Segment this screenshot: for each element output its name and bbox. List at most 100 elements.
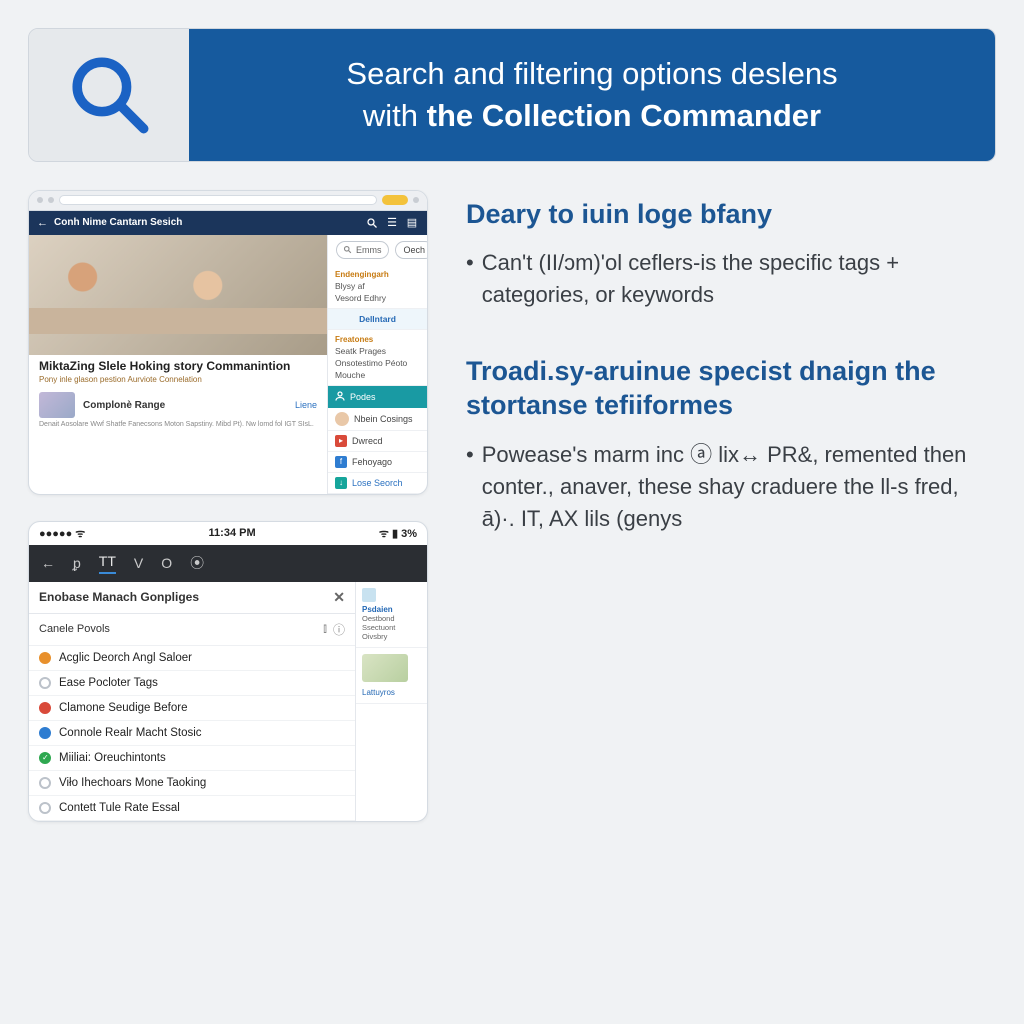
- list-item[interactable]: Miiliai: Oreuchintonts: [29, 746, 355, 771]
- status-time: 11:34 PM: [209, 527, 256, 539]
- bullet-icon: [39, 777, 51, 789]
- mobile-tabbar: ← ᵱ TT V O ⦿: [29, 545, 427, 582]
- side-item[interactable]: f Fehoyago: [328, 452, 427, 473]
- search-icon[interactable]: [365, 216, 379, 230]
- side-search[interactable]: Emms: [336, 241, 389, 259]
- list-item-label: Contett Tule Rate Essal: [59, 802, 180, 814]
- side-card-icon: [362, 588, 376, 602]
- title-banner: Search and filtering options deslens wit…: [28, 28, 996, 162]
- banner-line2-bold: the Collection Commander: [427, 98, 821, 133]
- list-header[interactable]: Canele Povols ⫾ ⓘ: [29, 614, 355, 646]
- desktop-preview: ← Conh Nime Cantarn Sesich ☰ ▤ MiktaZing…: [28, 190, 428, 495]
- side-line[interactable]: Mouche: [335, 370, 420, 380]
- panel-title: Enobase Manach Gonpliges: [39, 590, 199, 604]
- bullet-icon: [39, 727, 51, 739]
- side-line[interactable]: Onsotestimo Péoto: [335, 358, 420, 368]
- back-icon[interactable]: ←: [37, 217, 48, 229]
- side-card[interactable]: Lattuyros: [356, 648, 427, 704]
- section-bullet: Powease's marm inc ⓐ lix↔ PR&, remented …: [466, 439, 996, 535]
- list-item[interactable]: Ease Pocloter Tags: [29, 671, 355, 696]
- window-dot: [48, 197, 54, 203]
- list-header-label: Canele Povols: [39, 623, 110, 635]
- avatar: [335, 412, 349, 426]
- browser-chrome: [29, 191, 427, 211]
- square-icon: ▸: [335, 435, 347, 447]
- filter-btn[interactable]: Oech: [395, 241, 429, 259]
- side-card-body: Oestbond Ssectuont Oivsbry: [362, 614, 421, 641]
- side-item-last[interactable]: ↓ Lose Seorch: [328, 473, 427, 494]
- side-pill-label: Podes: [350, 392, 376, 402]
- desktop-sidebar: Emms Oech Endengingarh Blysy af Vesord E…: [327, 235, 427, 494]
- side-search-placeholder: Emms: [356, 245, 382, 255]
- row-more-link[interactable]: Liene: [295, 400, 317, 410]
- bullet-text: Powease's marm inc ⓐ lix↔ PR&, remented …: [482, 439, 996, 535]
- tab-item[interactable]: V: [134, 555, 143, 571]
- download-button[interactable]: Dellntard: [328, 309, 427, 330]
- side-group-head: Freatones: [335, 335, 420, 344]
- side-card[interactable]: Psdaien Oestbond Ssectuont Oivsbry: [356, 582, 427, 648]
- article-small-text: Denait Aosolare Wwf Shatfe Fanecsons Mot…: [39, 421, 317, 430]
- tab-item-active[interactable]: TT: [99, 553, 116, 574]
- bullet-icon: [39, 802, 51, 814]
- list-item[interactable]: Viło Ihechoars Mone Taoking: [29, 771, 355, 796]
- hero-image: [29, 235, 327, 355]
- status-dots: ●●●●● ᯤ: [39, 526, 85, 541]
- user-icon[interactable]: ☰: [385, 216, 399, 230]
- list-item-label: Connole Realr Macht Stosic: [59, 727, 202, 739]
- list-item-label: Viło Ihechoars Mone Taoking: [59, 777, 206, 789]
- tab-item[interactable]: O: [161, 555, 172, 571]
- side-user-label: Nbein Cosings: [354, 414, 413, 424]
- list-item-label: Acglic Deorch Angl Saloer: [59, 652, 192, 664]
- address-bar[interactable]: [59, 195, 377, 205]
- side-card-thumb: [362, 654, 408, 682]
- list-item-label: Clamone Seudige Before: [59, 702, 188, 714]
- side-card-link[interactable]: Lattuyros: [362, 688, 421, 697]
- app-header: ← Conh Nime Cantarn Sesich ☰ ▤: [29, 211, 427, 235]
- side-pill[interactable]: Podes: [328, 386, 427, 408]
- side-item[interactable]: ▸ Dwrecd: [328, 431, 427, 452]
- banner-text: Search and filtering options deslens wit…: [189, 29, 995, 161]
- banner-line2-prefix: with: [363, 98, 427, 133]
- mobile-side-panel: Psdaien Oestbond Ssectuont Oivsbry Lattu…: [355, 582, 427, 821]
- side-line[interactable]: Seatk Prages: [335, 346, 420, 356]
- window-dot: [413, 197, 419, 203]
- bullet-icon: [39, 702, 51, 714]
- side-card-head: Psdaien: [362, 605, 393, 614]
- list-item[interactable]: Connole Realr Macht Stosic: [29, 721, 355, 746]
- list-item[interactable]: Acglic Deorch Angl Saloer: [29, 646, 355, 671]
- mobile-preview: ●●●●● ᯤ 11:34 PM ᯤ ▮ 3% ← ᵱ TT V O ⦿ Eno…: [28, 521, 428, 822]
- browser-pill: [382, 195, 408, 205]
- tab-item[interactable]: ᵱ: [73, 555, 81, 571]
- article-subtitle: Pony inle glason pestion Aurviote Connel…: [39, 375, 317, 384]
- banner-line1: Search and filtering options deslens: [346, 56, 837, 91]
- side-line[interactable]: Blysy af: [335, 281, 420, 291]
- info-icon[interactable]: ⓘ: [333, 621, 345, 638]
- side-item-label: Lose Seorch: [352, 478, 403, 488]
- side-group-head: Endengingarh: [335, 270, 420, 279]
- section-2: Troadi.sy-aruinue specist dnaign the sto…: [466, 355, 996, 534]
- list-item[interactable]: Clamone Seudige Before: [29, 696, 355, 721]
- bullet-icon: [39, 652, 51, 664]
- close-icon[interactable]: ✕: [333, 589, 345, 606]
- search-icon: [62, 47, 157, 142]
- section-title: Deary to iuin loge bfany: [466, 198, 996, 232]
- bullet-icon: [39, 677, 51, 689]
- side-line[interactable]: Vesord Edhry: [335, 293, 420, 303]
- search-icon-box: [29, 29, 189, 161]
- menu-icon[interactable]: ▤: [405, 216, 419, 230]
- section-title: Troadi.sy-aruinue specist dnaign the sto…: [466, 355, 996, 423]
- side-item-label: Fehoyago: [352, 457, 392, 467]
- side-user[interactable]: Nbein Cosings: [328, 408, 427, 431]
- tab-back[interactable]: ←: [41, 555, 55, 571]
- mobile-status-bar: ●●●●● ᯤ 11:34 PM ᯤ ▮ 3%: [29, 522, 427, 545]
- list-item[interactable]: Contett Tule Rate Essal: [29, 796, 355, 821]
- side-item-label: Dwrecd: [352, 436, 383, 446]
- square-icon: f: [335, 456, 347, 468]
- article-title: MiktaZing Slele Hoking story Commanintio…: [39, 359, 317, 373]
- tab-item[interactable]: ⦿: [190, 553, 204, 573]
- bullet-text: Can't (II/ɔm)'ol ceflers-is the specific…: [482, 247, 996, 311]
- square-icon: ↓: [335, 477, 347, 489]
- panel-header: Enobase Manach Gonpliges ✕: [29, 582, 355, 614]
- chart-icon[interactable]: ⫾: [323, 621, 327, 638]
- thumbnail: [39, 392, 75, 418]
